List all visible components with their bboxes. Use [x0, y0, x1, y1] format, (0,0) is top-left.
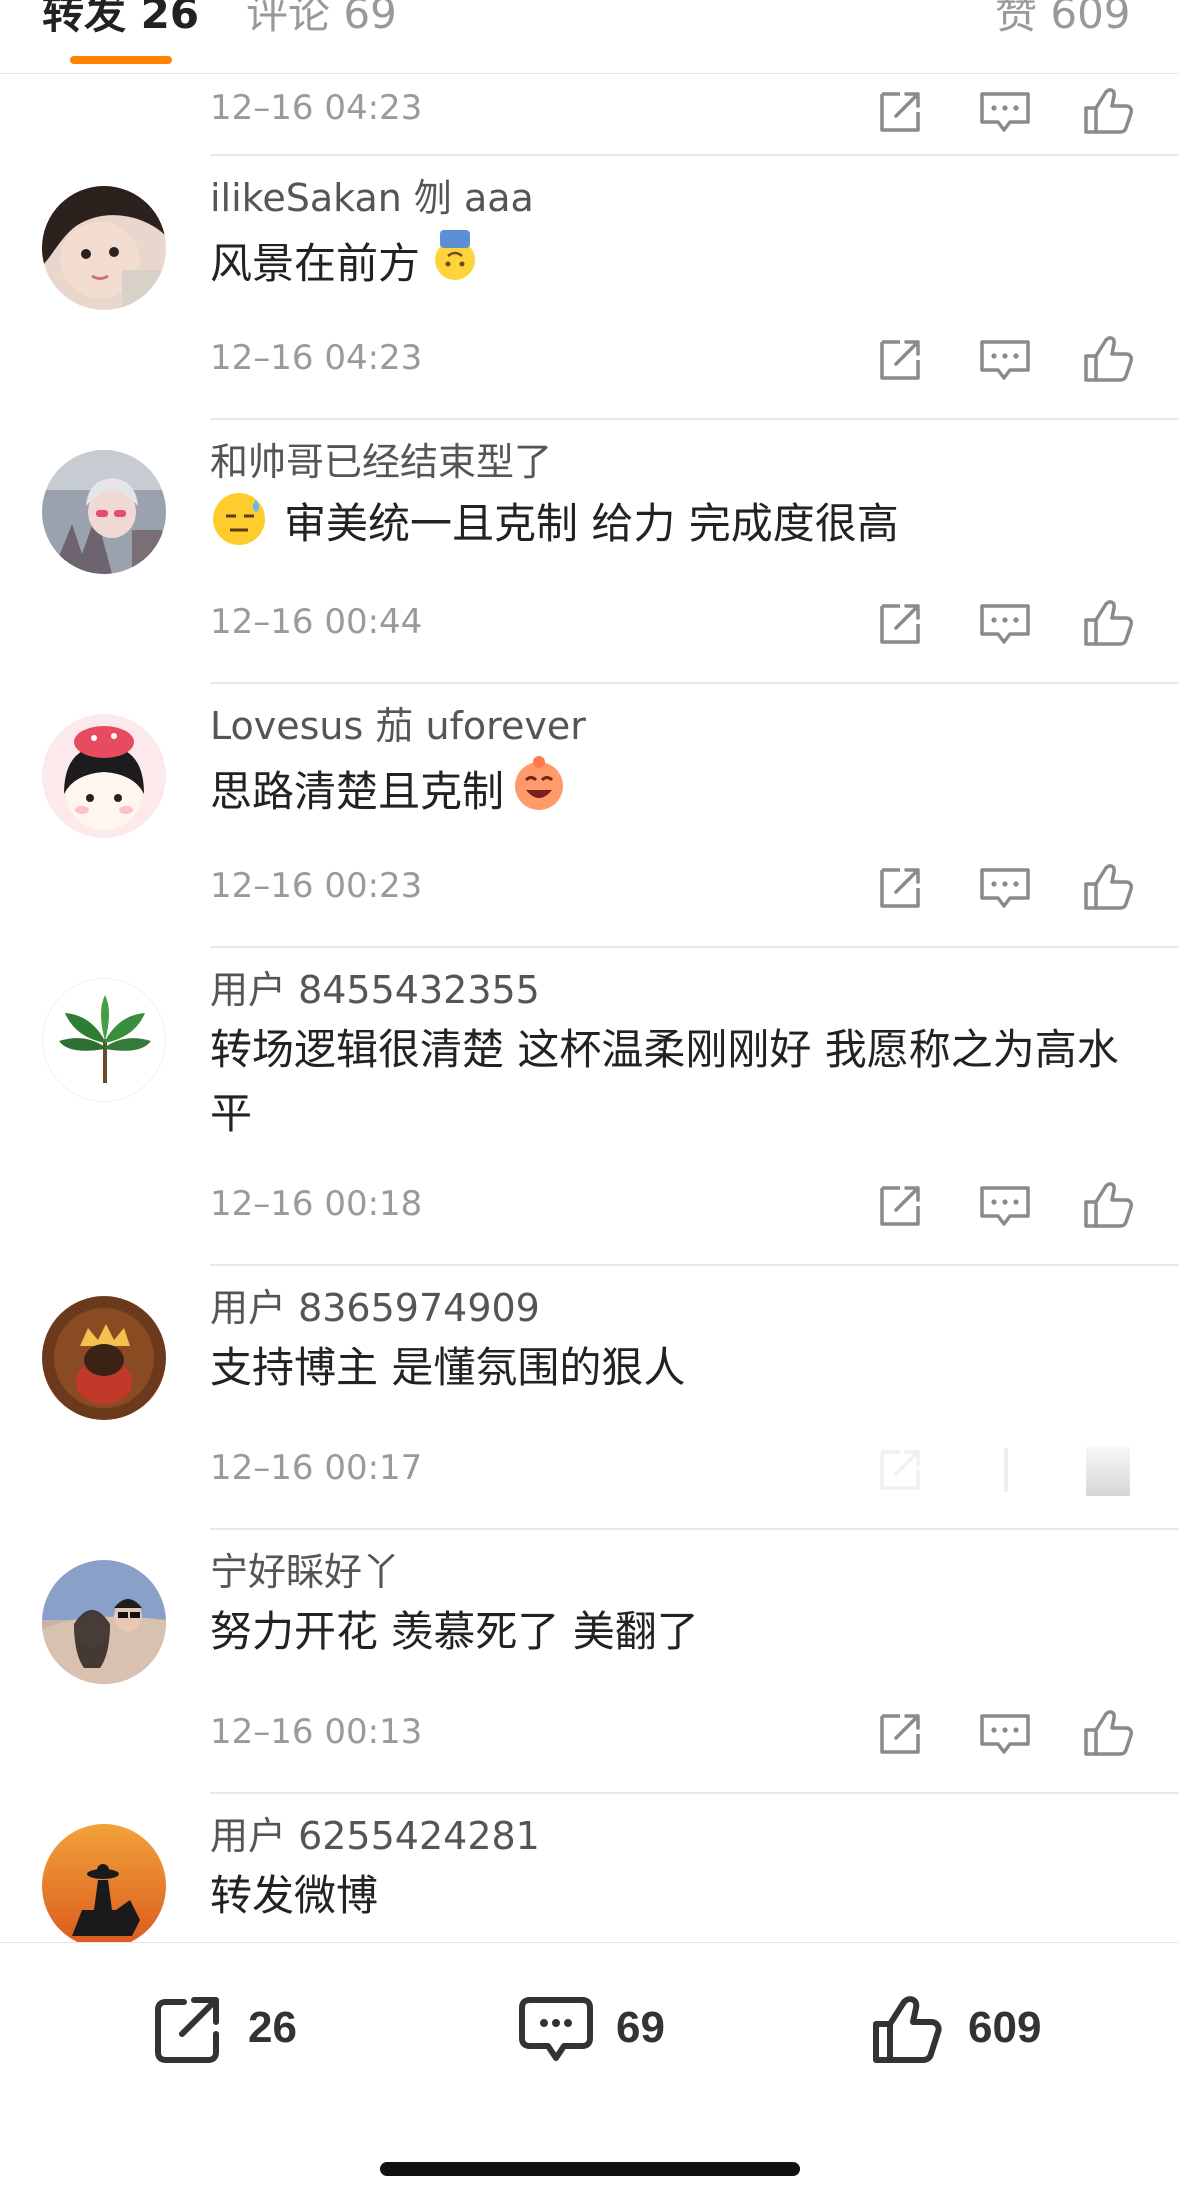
- laughing-face-emoji-icon: [510, 754, 568, 830]
- avatar[interactable]: [42, 186, 166, 310]
- comment-button[interactable]: 69: [516, 1983, 665, 2073]
- list-item: 用户 6255424281 转发微博: [0, 1794, 1179, 1942]
- comment-username[interactable]: ilikeSakan 刎 aaa: [210, 174, 534, 222]
- comment-text: 思路清楚且克制: [210, 754, 1140, 830]
- comment-username[interactable]: 和帅哥已经结束型了: [210, 438, 552, 486]
- comment-text: 转发微博: [210, 1871, 379, 1920]
- comment-time: 12–16 00:17: [210, 1448, 423, 1488]
- comment-time: 12–16 00:23: [210, 866, 423, 906]
- comment-username[interactable]: Lovesus 茄 uforever: [210, 702, 586, 750]
- thumbs-up-icon[interactable]: [1078, 1704, 1138, 1764]
- bottom-action-bar: 26 69 609: [0, 1942, 1179, 2206]
- share-icon[interactable]: [874, 1704, 934, 1764]
- thumbs-up-icon[interactable]: [1078, 858, 1138, 918]
- thumbs-up-icon[interactable]: [1078, 1176, 1138, 1236]
- like-button[interactable]: 609: [868, 1983, 1041, 2073]
- comment-count: 69: [616, 2003, 665, 2052]
- thumbs-up-icon[interactable]: [1078, 82, 1138, 142]
- comment-icon[interactable]: [976, 594, 1036, 654]
- comment-text: 努力开花 羡慕死了 美翻了: [210, 1607, 699, 1656]
- upside-down-face-emoji-icon: [426, 226, 484, 302]
- comment-time: 12–16 00:13: [210, 1712, 423, 1752]
- thumbs-up-icon: [868, 1988, 948, 2068]
- thumbs-up-icon[interactable]: [1078, 1440, 1138, 1500]
- comment-text-content: 思路清楚且克制: [210, 767, 505, 816]
- like-count: 609: [968, 2003, 1042, 2052]
- list-item: 宁好睬好丫 努力开花 羡慕死了 美翻了 12–16 00:13: [0, 1530, 1179, 1794]
- comment-text: 转场逻辑很清楚 这杯温柔刚刚好 我愿称之为高水平: [210, 1025, 1119, 1138]
- thumbs-up-icon[interactable]: [1078, 594, 1138, 654]
- comment-username[interactable]: 用户 8455432355: [210, 966, 540, 1014]
- avatar[interactable]: [42, 978, 166, 1102]
- comment-username[interactable]: 用户 6255424281: [210, 1812, 540, 1860]
- comment-time: 12–16 04:23: [210, 338, 423, 378]
- tab-likes[interactable]: 赞 609: [995, 0, 1131, 42]
- active-tab-indicator: [70, 56, 172, 64]
- comment-icon: [516, 1988, 596, 2068]
- share-icon[interactable]: [874, 1440, 934, 1500]
- comment-time: 12–16 04:23: [210, 88, 423, 128]
- repost-button[interactable]: 26: [148, 1983, 297, 2073]
- avatar[interactable]: [42, 450, 166, 574]
- share-icon[interactable]: [874, 1176, 934, 1236]
- share-icon[interactable]: [874, 858, 934, 918]
- thumbs-up-icon[interactable]: [1078, 330, 1138, 390]
- list-item: 12–16 04:23: [0, 74, 1179, 156]
- repost-count: 26: [248, 2003, 297, 2052]
- avatar[interactable]: [42, 1560, 166, 1684]
- comment-icon[interactable]: [976, 858, 1036, 918]
- list-item: Lovesus 茄 uforever 思路清楚且克制 12–16 00:23: [0, 684, 1179, 948]
- share-icon[interactable]: [874, 330, 934, 390]
- tab-bar: 转发 26 评论 69 赞 609: [0, 0, 1179, 74]
- list-item: ilikeSakan 刎 aaa 风景在前方 12–16 04:23: [0, 156, 1179, 420]
- tab-comments[interactable]: 评论 69: [246, 0, 397, 42]
- comment-text-content: 风景在前方: [210, 239, 421, 288]
- comment-icon[interactable]: [976, 330, 1036, 390]
- comment-icon[interactable]: [976, 1440, 1036, 1500]
- avatar[interactable]: [42, 714, 166, 838]
- share-icon[interactable]: [874, 594, 934, 654]
- comment-icon[interactable]: [976, 1704, 1036, 1764]
- tab-repost[interactable]: 转发 26: [42, 0, 199, 42]
- share-icon: [148, 1988, 228, 2068]
- comment-icon[interactable]: [976, 1176, 1036, 1236]
- home-indicator[interactable]: [380, 2162, 800, 2176]
- share-icon[interactable]: [874, 82, 934, 142]
- avatar[interactable]: [42, 1296, 166, 1420]
- sweat-face-emoji-icon: [210, 490, 268, 566]
- comment-username[interactable]: 宁好睬好丫: [210, 1548, 400, 1596]
- comment-text: 审美统一且克制 给力 完成度很高: [210, 490, 1140, 566]
- comment-list: 12–16 04:23 ilikeSakan 刎 aaa 风景在前方 12–16…: [0, 74, 1179, 1942]
- avatar[interactable]: [42, 1824, 166, 1942]
- comment-time: 12–16 00:18: [210, 1184, 423, 1224]
- comment-icon[interactable]: [976, 82, 1036, 142]
- comment-username[interactable]: 用户 8365974909: [210, 1284, 540, 1332]
- comment-time: 12–16 00:44: [210, 602, 423, 642]
- list-item: 用户 8365974909 支持博主 是懂氛围的狠人 12–16 00:17: [0, 1266, 1179, 1530]
- list-item: 用户 8455432355 转场逻辑很清楚 这杯温柔刚刚好 我愿称之为高水平 1…: [0, 948, 1179, 1266]
- comment-text-content: 审美统一且克制 给力 完成度很高: [284, 499, 899, 548]
- list-item: 和帅哥已经结束型了 审美统一且克制 给力 完成度很高 12–16 00:44: [0, 420, 1179, 684]
- comment-text: 支持博主 是懂氛围的狠人: [210, 1343, 686, 1392]
- comment-text: 风景在前方: [210, 226, 1140, 302]
